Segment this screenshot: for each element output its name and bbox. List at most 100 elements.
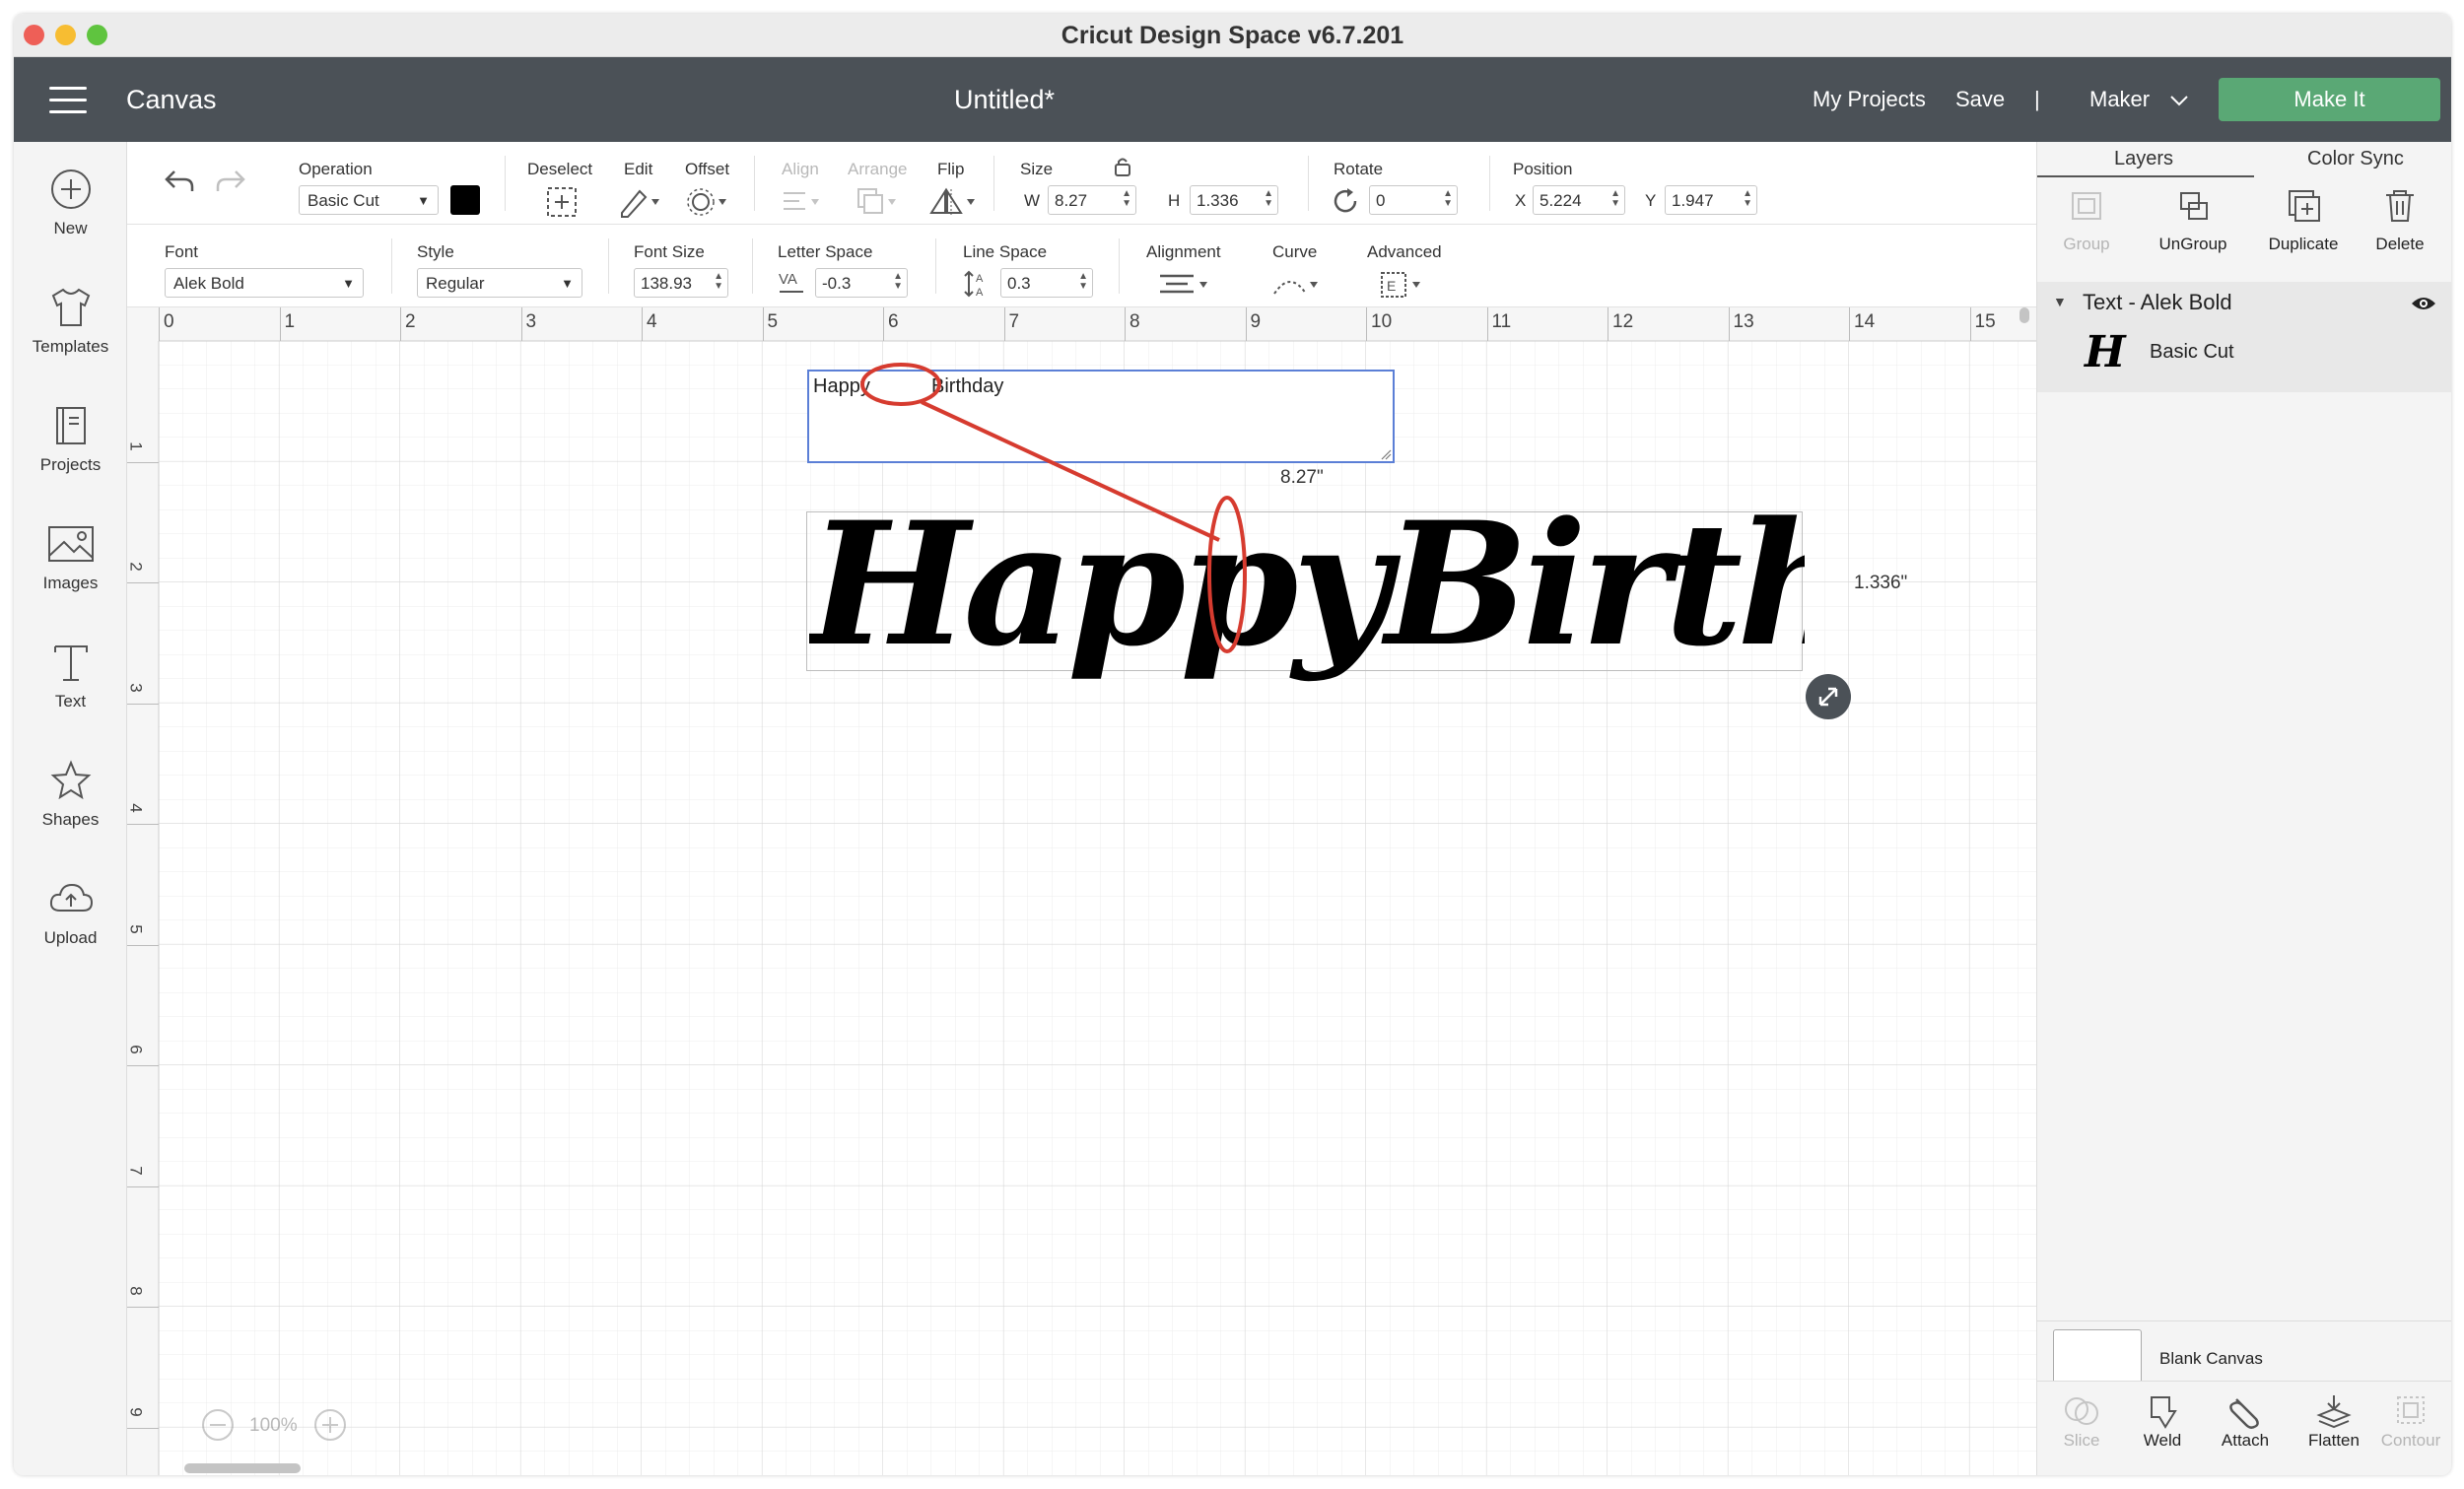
stepper-icon[interactable]: ▲ ▼: [714, 272, 723, 292]
style-value: Regular: [426, 274, 485, 293]
rotate-value: 0: [1376, 191, 1386, 210]
tab-layers-label: Layers: [2114, 148, 2174, 169]
sidebar-item-text[interactable]: Text: [14, 641, 127, 711]
deselect-label: Deselect: [527, 160, 593, 178]
zoom-out-icon[interactable]: [200, 1407, 236, 1443]
stepper-icon[interactable]: ▲ ▼: [1610, 189, 1620, 209]
curve-icon[interactable]: [1270, 270, 1322, 300]
group-button[interactable]: Group: [2037, 185, 2136, 254]
contour-button[interactable]: Contour: [2366, 1391, 2451, 1451]
tab-color-sync[interactable]: Color Sync: [2254, 142, 2451, 177]
text-align-center-icon[interactable]: [1156, 272, 1211, 300]
toolbar-divider: [1308, 156, 1309, 211]
duplicate-icon: [2289, 190, 2320, 222]
sidebar-item-shapes[interactable]: Shapes: [14, 759, 127, 830]
advanced-label: Advanced: [1367, 242, 1442, 261]
svg-text:A: A: [976, 287, 984, 299]
width-input[interactable]: 8.27 ▲ ▼: [1048, 185, 1136, 215]
flatten-button[interactable]: Flatten: [2290, 1391, 2378, 1451]
layer-item[interactable]: H Basic Cut: [2037, 325, 2451, 384]
group-label: Group: [2063, 235, 2110, 253]
line-space-input[interactable]: 0.3 ▲ ▼: [1000, 268, 1093, 298]
delete-button[interactable]: Delete: [2351, 185, 2449, 254]
caret-down-icon: ▼: [342, 276, 355, 291]
caret-down-icon[interactable]: ▼: [2053, 294, 2067, 309]
y-position-input[interactable]: 1.947 ▲ ▼: [1665, 185, 1757, 215]
stepper-icon[interactable]: ▲ ▼: [1264, 189, 1273, 209]
font-value: Alek Bold: [173, 274, 244, 293]
shapes-icon: [50, 760, 91, 800]
stepper-icon[interactable]: ▲ ▼: [1743, 189, 1752, 209]
attach-button[interactable]: Attach: [2201, 1391, 2290, 1451]
deselect-icon[interactable]: [545, 185, 579, 219]
design-canvas[interactable]: 0 1 2 3 4 5 6 7 8 9 10 11 12 13 14 15 123456789 Happy B…: [127, 307, 2036, 1475]
rotate-input[interactable]: 0 ▲ ▼: [1369, 185, 1458, 215]
operation-label: Operation: [299, 160, 373, 178]
plus-circle-icon: [50, 169, 91, 209]
document-title[interactable]: Untitled*: [954, 85, 1055, 115]
group-icon: [2072, 192, 2101, 220]
height-value: 1.336: [1197, 191, 1239, 210]
sidebar-item-projects[interactable]: Projects: [14, 404, 127, 475]
layer-group[interactable]: ▼ Text - Alek Bold H Basic Cut: [2037, 282, 2451, 392]
operation-select[interactable]: Basic Cut ▼: [299, 185, 439, 215]
arrange-icon: [857, 188, 896, 214]
stepper-icon[interactable]: ▲ ▼: [1122, 189, 1131, 209]
height-input[interactable]: 1.336 ▲ ▼: [1190, 185, 1278, 215]
sidebar-item-new[interactable]: New: [14, 168, 127, 238]
stepper-icon[interactable]: ▲ ▼: [1078, 272, 1088, 292]
duplicate-label: Duplicate: [2268, 235, 2339, 253]
ungroup-button[interactable]: UnGroup: [2144, 185, 2242, 254]
slice-button[interactable]: Slice: [2037, 1391, 2126, 1451]
annotation-overlay: [860, 363, 1247, 653]
eye-icon[interactable]: [2410, 294, 2437, 313]
sidebar-item-images[interactable]: Images: [14, 522, 127, 593]
letter-space-input[interactable]: -0.3 ▲ ▼: [815, 268, 908, 298]
lock-icon[interactable]: [1113, 156, 1132, 177]
style-select[interactable]: Regular ▼: [417, 268, 582, 298]
diagonal-resize-icon: [1818, 687, 1838, 707]
blank-canvas-label: Blank Canvas: [2159, 1349, 2263, 1368]
machine-selector[interactable]: Maker: [2089, 87, 2189, 112]
contour-label: Contour: [2380, 1431, 2441, 1450]
menu-icon[interactable]: [49, 87, 87, 114]
save-link[interactable]: Save: [1955, 87, 2005, 112]
advanced-icon[interactable]: E: [1379, 270, 1426, 300]
flip-icon[interactable]: [927, 185, 979, 219]
toolbar-divider: [505, 156, 506, 211]
horizontal-scrollbar[interactable]: [184, 1463, 301, 1473]
rotate-icon: [1334, 188, 1357, 213]
color-swatch[interactable]: [450, 185, 480, 215]
make-it-button[interactable]: Make It: [2219, 78, 2440, 121]
offset-icon[interactable]: [685, 185, 730, 219]
scale-handle[interactable]: [1806, 674, 1851, 719]
weld-button[interactable]: Weld: [2118, 1391, 2207, 1451]
my-projects-link[interactable]: My Projects: [1813, 87, 1926, 112]
tab-layers[interactable]: Layers: [2037, 142, 2254, 177]
font-select[interactable]: Alek Bold ▼: [165, 268, 364, 298]
letter-space-value: -0.3: [822, 274, 852, 293]
stepper-icon[interactable]: ▲ ▼: [893, 272, 903, 292]
undo-icon[interactable]: [163, 168, 196, 195]
sidebar-item-templates[interactable]: Templates: [14, 286, 127, 357]
canvas-label: Canvas: [126, 85, 217, 114]
position-label: Position: [1513, 160, 1573, 178]
stepper-icon[interactable]: ▲ ▼: [1443, 189, 1453, 209]
font-size-input[interactable]: 138.93 ▲ ▼: [634, 268, 728, 298]
chevron-down-icon: [2170, 96, 2188, 106]
sidebar-item-upload[interactable]: Upload: [14, 877, 127, 948]
zoom-in-icon[interactable]: [312, 1407, 348, 1443]
slice-icon: [2065, 1397, 2098, 1425]
blank-canvas-row[interactable]: Blank Canvas: [2037, 1320, 2451, 1388]
trash-icon: [2386, 190, 2414, 222]
edit-icon[interactable]: [618, 185, 663, 219]
ungroup-icon: [2180, 192, 2208, 220]
duplicate-button[interactable]: Duplicate: [2254, 185, 2353, 254]
line-space-label: Line Space: [963, 242, 1048, 261]
redo-icon[interactable]: [214, 168, 247, 195]
x-position-input[interactable]: 5.224 ▲ ▼: [1533, 185, 1625, 215]
edit-label: Edit: [624, 160, 653, 178]
y-position-value: 1.947: [1672, 191, 1714, 210]
vertical-scrollbar[interactable]: [2019, 307, 2029, 323]
letter-space-icon: VA: [779, 271, 803, 293]
